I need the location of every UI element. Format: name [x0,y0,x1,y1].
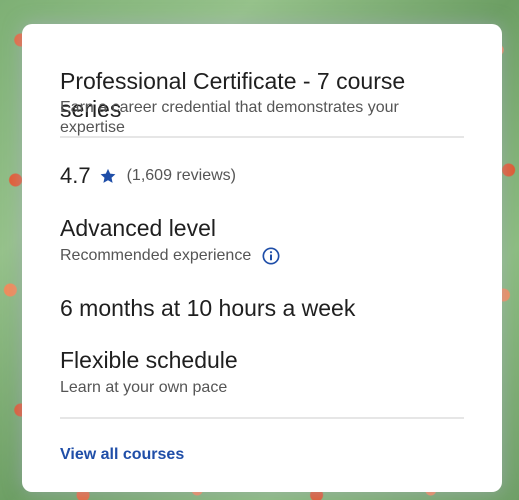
level-subtitle-row: Recommended experience [60,244,281,268]
recommended-experience-label: Recommended experience [60,247,252,264]
bottom-divider [60,417,464,419]
schedule-subtitle: Learn at your own pace [60,379,228,396]
course-info-card: Professional Certificate - 7 course seri… [22,24,502,492]
view-all-courses-link[interactable]: View all courses [60,445,184,465]
review-count: (1,609 reviews) [126,167,236,184]
course-duration: 6 months at 10 hours a week [60,295,356,321]
level-title: Advanced level [60,215,216,241]
course-series-subtitle: Earn a career credential that demonstrat… [60,99,399,136]
schedule-title: Flexible schedule [60,347,238,373]
rating-row: 4.7 (1,609 reviews) [60,163,236,189]
info-icon[interactable] [261,246,281,266]
rating-value: 4.7 [60,163,91,188]
star-icon [99,167,117,185]
top-divider [60,136,464,138]
